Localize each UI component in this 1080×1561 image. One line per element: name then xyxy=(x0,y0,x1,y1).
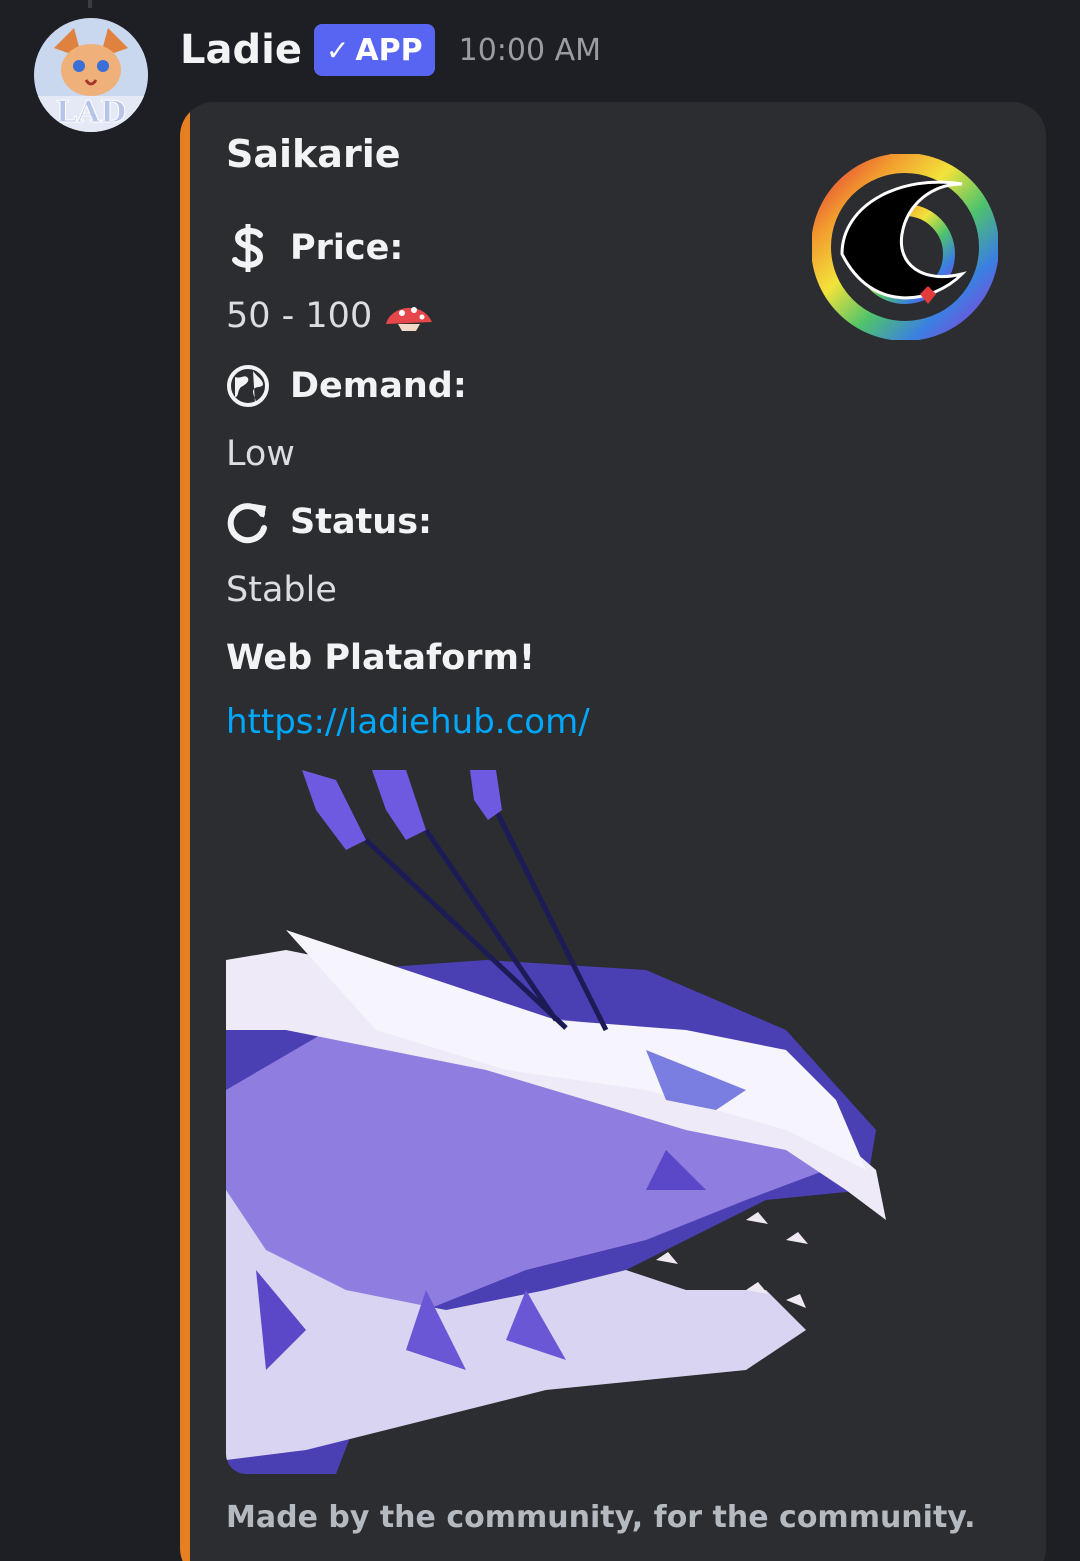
embed-image[interactable] xyxy=(226,770,890,1474)
web-link[interactable]: https://ladiehub.com/ xyxy=(226,702,590,742)
field-price-value-row: 50 - 100 xyxy=(226,296,434,336)
rainbow-logo-icon xyxy=(811,153,999,341)
mushroom-icon xyxy=(384,300,434,332)
field-demand-value: Low xyxy=(226,434,295,474)
embed-title: Saikarie xyxy=(226,132,401,176)
app-badge: ✓ APP xyxy=(313,24,435,76)
avatar-art: LAD xyxy=(34,18,148,132)
globe-icon xyxy=(226,364,270,408)
field-price: Price: xyxy=(226,224,404,272)
embed-footer: Made by the community, for the community… xyxy=(226,1500,976,1535)
author-name[interactable]: Ladie xyxy=(180,27,302,73)
embed-accent-bar xyxy=(180,102,190,1561)
thread-line xyxy=(88,0,92,8)
message-timestamp[interactable]: 10:00 AM xyxy=(459,33,601,68)
field-status-value: Stable xyxy=(226,570,337,610)
dragon-image xyxy=(226,770,890,1474)
author-avatar[interactable]: LAD xyxy=(34,18,148,132)
field-price-value: 50 - 100 xyxy=(226,296,373,336)
refresh-icon xyxy=(226,500,270,544)
embed-thumbnail[interactable] xyxy=(811,153,999,341)
field-price-label: Price: xyxy=(290,228,404,268)
verified-check-icon: ✓ xyxy=(325,33,350,67)
field-demand: Demand: xyxy=(226,364,467,408)
field-status-label: Status: xyxy=(290,502,433,542)
chat-message: LAD Ladie ✓ APP 10:00 AM Saikarie Price:… xyxy=(0,0,1080,1561)
field-status: Status: xyxy=(226,500,432,544)
field-demand-label: Demand: xyxy=(290,366,467,406)
message-header: Ladie ✓ APP 10:00 AM xyxy=(180,22,601,78)
web-heading: Web Plataform! xyxy=(226,638,535,678)
avatar-text: LAD xyxy=(56,95,126,130)
rich-embed: Saikarie Price: 50 - 100 Demand: Low Sta… xyxy=(180,102,1046,1561)
dollar-icon xyxy=(226,224,270,272)
app-badge-label: APP xyxy=(355,32,423,68)
